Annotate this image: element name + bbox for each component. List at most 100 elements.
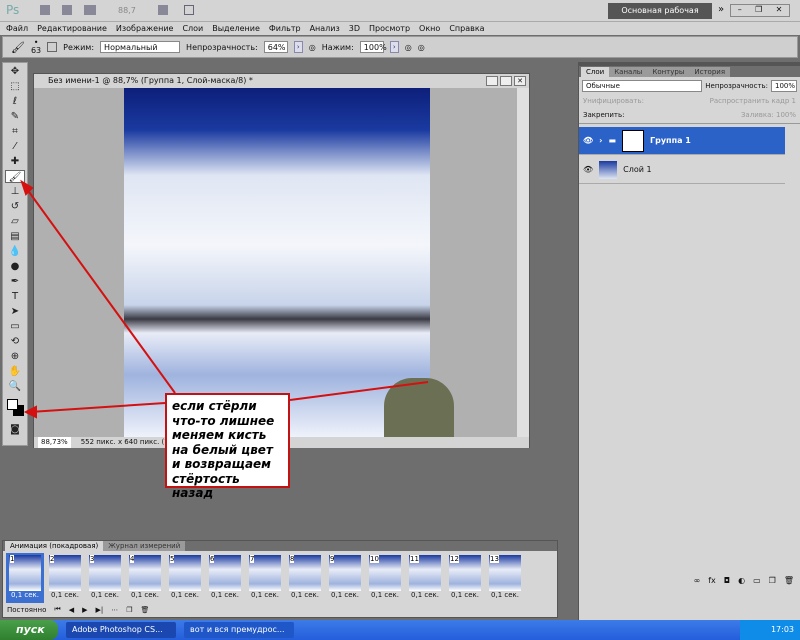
animation-panel: Анимация (покадровая) Журнал измерений 10… [2,540,558,618]
new-group-icon[interactable]: ▭ [753,576,761,590]
next-frame-icon[interactable]: ▶| [96,606,104,614]
frame-delay[interactable]: 0,1 сек. [366,591,404,599]
arrow-head-colors [23,405,37,419]
frame-thumbnail: 4 [129,555,161,591]
frame-thumbnail: 10 [369,555,401,591]
arrow-to-colors [29,402,166,413]
animation-frame[interactable]: 12 0,1 сек. [446,553,484,603]
frame-number: 3 [90,555,95,563]
frame-number: 5 [170,555,175,563]
frame-number: 1 [10,555,15,563]
layer-row-group[interactable]: 👁 › ▬ Группа 1 [579,127,785,155]
tab-paths[interactable]: Контуры [647,67,690,77]
frame-delay[interactable]: 0,1 сек. [286,591,324,599]
taskbar: пуск Adobe Photoshop CS... вот и вся пре… [0,620,800,640]
frame-number: 2 [50,555,55,563]
layer-name[interactable]: Слой 1 [623,165,651,174]
frame-delay[interactable]: 0,1 сек. [246,591,284,599]
animation-frame[interactable]: 7 0,1 сек. [246,553,284,603]
frame-thumbnail: 12 [449,555,481,591]
frame-thumbnail: 2 [49,555,81,591]
tab-channels[interactable]: Каналы [609,67,648,77]
fx-icon[interactable]: fx [708,576,716,590]
frame-thumbnail: 8 [289,555,321,591]
link-icon[interactable]: ∞ [694,576,701,590]
frame-number: 11 [410,555,419,563]
expand-icon[interactable]: › [599,136,602,145]
animation-frame[interactable]: 5 0,1 сек. [166,553,204,603]
frame-number: 8 [290,555,295,563]
animation-frame[interactable]: 8 0,1 сек. [286,553,324,603]
delete-icon[interactable]: 🗑 [784,576,794,590]
layer-name[interactable]: Группа 1 [650,136,691,145]
frame-delay[interactable]: 0,1 сек. [446,591,484,599]
animation-frame[interactable]: 13 0,1 сек. [486,553,524,603]
animation-frame[interactable]: 6 0,1 сек. [206,553,244,603]
visibility-eye-icon[interactable]: 👁 [583,165,593,174]
duplicate-frame-icon[interactable]: ❐ [126,606,132,614]
frame-delay[interactable]: 0,1 сек. [326,591,364,599]
frame-number: 4 [130,555,135,563]
task-photoshop[interactable]: Adobe Photoshop CS... [66,622,176,638]
frame-delay[interactable]: 0,1 сек. [126,591,164,599]
frame-delay[interactable]: 0,1 сек. [406,591,444,599]
frame-number: 10 [370,555,379,563]
animation-frame[interactable]: 2 0,1 сек. [46,553,84,603]
arrow-to-brush [23,184,176,394]
layers-panel: Слои Каналы Контуры История Обычные Непрозр… [578,62,800,620]
mask-icon[interactable]: ◘ [724,576,730,590]
system-tray-clock: 17:03 [740,620,800,640]
play-icon[interactable]: ▶ [82,606,87,614]
tab-animation[interactable]: Анимация (покадровая) [5,541,104,551]
animation-frame[interactable]: 9 0,1 сек. [326,553,364,603]
prev-frame-icon[interactable]: ◀ [69,606,74,614]
new-layer-icon[interactable]: ❐ [769,576,776,590]
layer-row[interactable]: 👁 Слой 1 [579,156,785,184]
first-frame-icon[interactable]: ⏮ [54,605,60,614]
foreground-color[interactable] [7,399,18,410]
blend-mode-select[interactable]: Обычные [582,80,703,92]
unify-label: Унифицировать: [583,97,644,105]
start-button[interactable]: пуск [0,620,58,640]
frame-number: 12 [450,555,459,563]
delete-frame-icon[interactable]: 🗑 [141,606,150,614]
tween-icon[interactable]: ⋯ [111,606,118,614]
animation-frame[interactable]: 4 0,1 сек. [126,553,164,603]
frame-thumbnail: 1 [9,555,41,591]
fill-input[interactable]: 100% [776,111,796,119]
animation-frame[interactable]: 3 0,1 сек. [86,553,124,603]
frame-number: 13 [490,555,499,563]
layer-opacity-input[interactable]: 100% [771,80,797,92]
task-opera[interactable]: вот и вся премудрос... [184,622,294,638]
frame-delay[interactable]: 0,1 сек. [46,591,84,599]
fill-label: Заливка: [740,111,774,119]
animation-frame[interactable]: 1 0,1 сек. [6,553,44,603]
tab-measurement-log[interactable]: Журнал измерений [103,541,186,551]
frame-number: 6 [210,555,215,563]
frame-thumbnail: 3 [89,555,121,591]
frame-delay[interactable]: 0,1 сек. [86,591,124,599]
animation-frame[interactable]: 10 0,1 сек. [366,553,404,603]
tab-layers[interactable]: Слои [581,67,610,77]
visibility-eye-icon[interactable]: 👁 [583,136,593,145]
frames-strip: 1 0,1 сек. 2 0,1 сек. 3 0,1 сек. 4 0,1 сек. 5 0,1… [3,551,557,605]
frame-number: 7 [250,555,255,563]
frame-thumbnail: 6 [209,555,241,591]
frame-thumbnail: 13 [489,555,521,591]
tab-history[interactable]: История [689,67,731,77]
frame-delay[interactable]: 0,1 сек. [166,591,204,599]
layer-thumbnail [599,160,618,179]
frame-delay[interactable]: 0,1 сек. [206,591,244,599]
folder-icon: ▬ [608,136,617,145]
propagate-frame-checkbox[interactable]: Распространить кадр 1 [710,97,796,105]
frame-thumbnail: 7 [249,555,281,591]
frame-thumbnail: 9 [329,555,361,591]
adjustment-icon[interactable]: ◐ [738,576,745,590]
layer-mask-thumbnail[interactable] [622,129,645,152]
loop-select[interactable]: Постоянно [7,606,46,614]
layer-opacity-label: Непрозрачность: [705,82,768,90]
arrow-head-brush [20,179,34,196]
frame-delay[interactable]: 0,1 сек. [6,591,44,599]
frame-delay[interactable]: 0,1 сек. [486,591,524,599]
animation-frame[interactable]: 11 0,1 сек. [406,553,444,603]
